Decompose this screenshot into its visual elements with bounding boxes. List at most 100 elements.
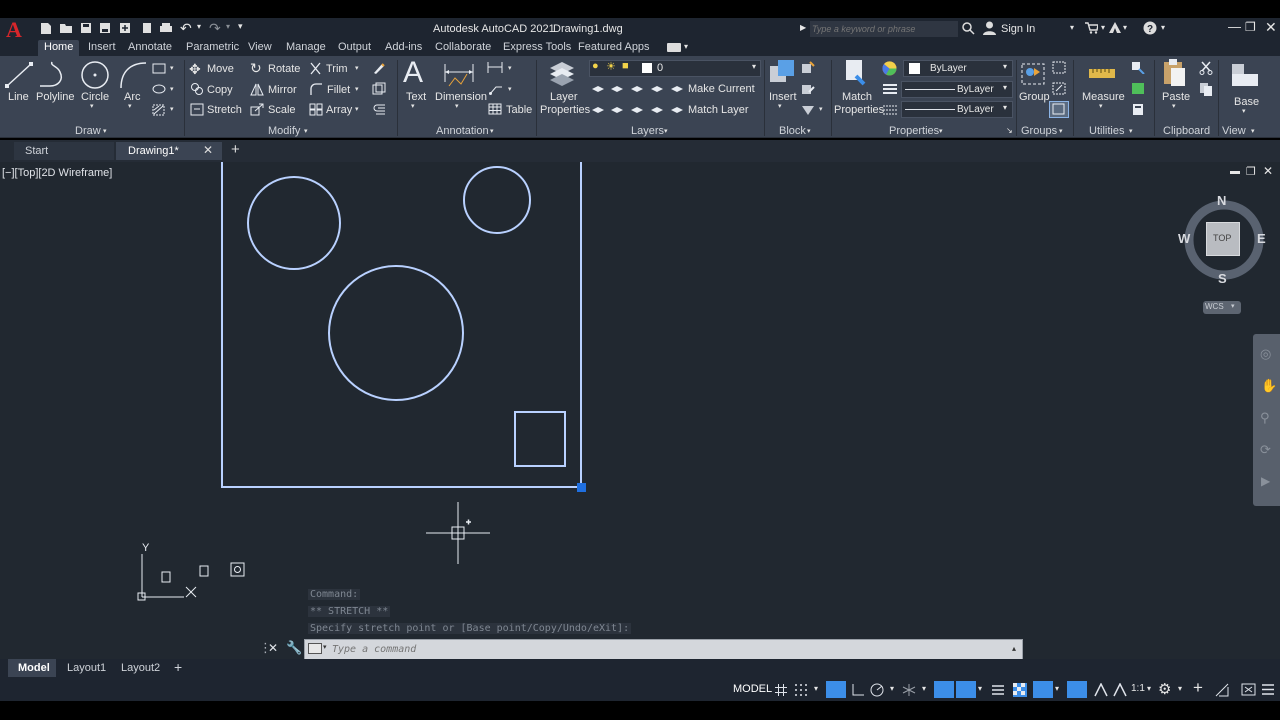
layer-dropdown-arrow-icon[interactable]: ▾ <box>752 62 756 71</box>
command-line[interactable]: ▾ ▴ <box>304 639 1023 660</box>
ribbon-options-icon[interactable]: ▾ <box>684 42 688 51</box>
match-properties-button-line2[interactable]: Properties <box>834 104 884 116</box>
dimension-button[interactable]: Dimension <box>435 91 487 103</box>
layer-on-icon[interactable]: ● <box>592 60 599 72</box>
undo-icon[interactable]: ↶ <box>180 20 192 37</box>
transparency-icon[interactable] <box>1012 682 1028 698</box>
base-view-icon[interactable] <box>1230 62 1260 88</box>
compass-north[interactable]: N <box>1217 193 1226 208</box>
viewcube-top-face[interactable]: TOP <box>1206 222 1240 256</box>
layer-lock-tool-icon[interactable] <box>650 82 664 94</box>
dimension-dropdown-icon[interactable]: ▾ <box>455 102 459 110</box>
polyline-button[interactable]: Polyline <box>36 91 75 103</box>
circle-dropdown-icon[interactable]: ▾ <box>90 102 94 110</box>
lineweight-icon[interactable] <box>883 83 897 95</box>
text-button[interactable]: Text <box>406 91 426 103</box>
save-as-icon[interactable] <box>99 22 111 34</box>
steering-wheel-icon[interactable]: ◎ <box>1260 346 1271 362</box>
undo-dropdown-icon[interactable]: ▾ <box>197 22 201 31</box>
cart-dropdown-icon[interactable]: ▾ <box>1101 23 1105 32</box>
search-input[interactable] <box>810 21 958 37</box>
block-panel-expand-icon[interactable]: ▾ <box>807 127 811 135</box>
autodesk-a360-icon[interactable] <box>1108 21 1122 34</box>
layer-properties-button-line1[interactable]: Layer <box>550 91 578 103</box>
move-icon[interactable]: ✥ <box>189 61 201 78</box>
match-properties-icon[interactable] <box>842 58 870 88</box>
measure-icon[interactable] <box>1088 66 1116 80</box>
help-dropdown-icon[interactable]: ▾ <box>1161 23 1165 32</box>
insert-dropdown-icon[interactable]: ▾ <box>778 102 782 110</box>
fillet-icon[interactable] <box>309 82 323 96</box>
view-panel-expand-icon[interactable]: ▾ <box>1251 127 1255 135</box>
showmotion-icon[interactable]: ▶ <box>1261 474 1270 488</box>
selection-cycling-dropdown-icon[interactable]: ▾ <box>1055 684 1059 693</box>
new-tab-icon[interactable]: + <box>231 141 240 158</box>
open-folder-icon[interactable] <box>59 22 73 34</box>
layer-properties-icon[interactable] <box>547 58 577 88</box>
window-minimize-icon[interactable]: — <box>1228 19 1241 34</box>
group-icon[interactable] <box>1020 60 1046 88</box>
command-close-icon[interactable]: ✕ <box>268 641 278 655</box>
isodraft-icon[interactable] <box>902 683 916 697</box>
annotation-scale-icon[interactable] <box>1113 683 1127 697</box>
array-button[interactable]: Array <box>326 104 352 116</box>
new-layout-icon[interactable]: + <box>174 659 182 675</box>
line-icon[interactable] <box>5 60 33 90</box>
annotation-monitor-icon[interactable]: + <box>1193 678 1203 698</box>
group-button[interactable]: Group <box>1019 91 1050 103</box>
properties-panel-expand-icon[interactable]: ▾ <box>939 127 943 135</box>
circle-icon[interactable] <box>80 60 110 90</box>
web-mobile-icon[interactable] <box>119 22 131 34</box>
table-icon[interactable] <box>488 103 502 115</box>
scale-button[interactable]: Scale <box>268 104 296 116</box>
annotation-panel-expand-icon[interactable]: ▾ <box>490 127 494 135</box>
print-icon[interactable] <box>159 22 173 34</box>
trim-dropdown-icon[interactable]: ▾ <box>355 64 359 72</box>
copy-icon[interactable] <box>190 82 204 96</box>
redo-icon[interactable]: ↷ <box>209 20 221 37</box>
match-layer-icon[interactable] <box>670 103 684 115</box>
array-dropdown-icon[interactable]: ▾ <box>355 105 359 113</box>
polar-tracking-icon[interactable] <box>870 683 884 697</box>
window-close-icon[interactable]: ✕ <box>1265 19 1277 36</box>
rectangle-icon[interactable] <box>152 63 166 74</box>
linear-dimension-icon[interactable] <box>487 61 503 74</box>
modify-panel-expand-icon[interactable]: ▾ <box>304 127 308 135</box>
utilities-panel-expand-icon[interactable]: ▾ <box>1129 127 1133 135</box>
layer-lock-icon[interactable]: ■ <box>622 60 629 72</box>
layout1-tab[interactable]: Layout1 <box>67 662 106 674</box>
compass-west[interactable]: W <box>1178 231 1190 246</box>
layers-panel-label[interactable]: Layers <box>631 125 664 137</box>
edit-block-icon[interactable] <box>801 82 815 95</box>
layer-isolate-icon[interactable] <box>610 82 624 94</box>
workspace-gear-icon[interactable]: ⚙ <box>1158 680 1171 698</box>
window-restore-icon[interactable]: ❐ <box>1245 20 1256 34</box>
insert-block-icon[interactable] <box>768 58 796 88</box>
layer-unlock-icon[interactable] <box>650 103 664 115</box>
linetype-icon[interactable] <box>883 104 897 116</box>
object-snap-dropdown-icon[interactable]: ▾ <box>978 684 982 693</box>
group-selection-icon[interactable] <box>1049 101 1069 118</box>
color-dropdown-arrow-icon[interactable]: ▾ <box>1003 62 1007 71</box>
explode-icon[interactable] <box>372 82 386 95</box>
leader-icon[interactable] <box>489 83 503 95</box>
properties-launcher-icon[interactable]: ↘ <box>1006 126 1013 135</box>
pan-icon[interactable]: ✋ <box>1261 378 1277 394</box>
paste-button[interactable]: Paste <box>1162 91 1190 103</box>
block-panel-label[interactable]: Block <box>779 125 806 137</box>
modify-panel-label[interactable]: Modify <box>268 125 300 137</box>
fillet-button[interactable]: Fillet <box>327 84 350 96</box>
text-dropdown-icon[interactable]: ▾ <box>411 102 415 110</box>
command-customize-icon[interactable]: 🔧 <box>286 640 302 656</box>
scale-icon[interactable] <box>250 103 264 116</box>
snap-mode-icon[interactable] <box>794 683 808 697</box>
make-current-button[interactable]: Make Current <box>688 83 755 95</box>
plot-share-icon[interactable] <box>141 22 153 34</box>
infer-constraints-icon[interactable] <box>826 681 846 698</box>
command-input[interactable] <box>332 642 992 657</box>
measure-button[interactable]: Measure <box>1082 91 1125 103</box>
layer-thaw-icon[interactable] <box>630 103 644 115</box>
view-panel-label[interactable]: View <box>1222 125 1246 137</box>
rotate-button[interactable]: Rotate <box>268 63 300 75</box>
recent-commands-dropdown-icon[interactable]: ▾ <box>323 643 327 651</box>
